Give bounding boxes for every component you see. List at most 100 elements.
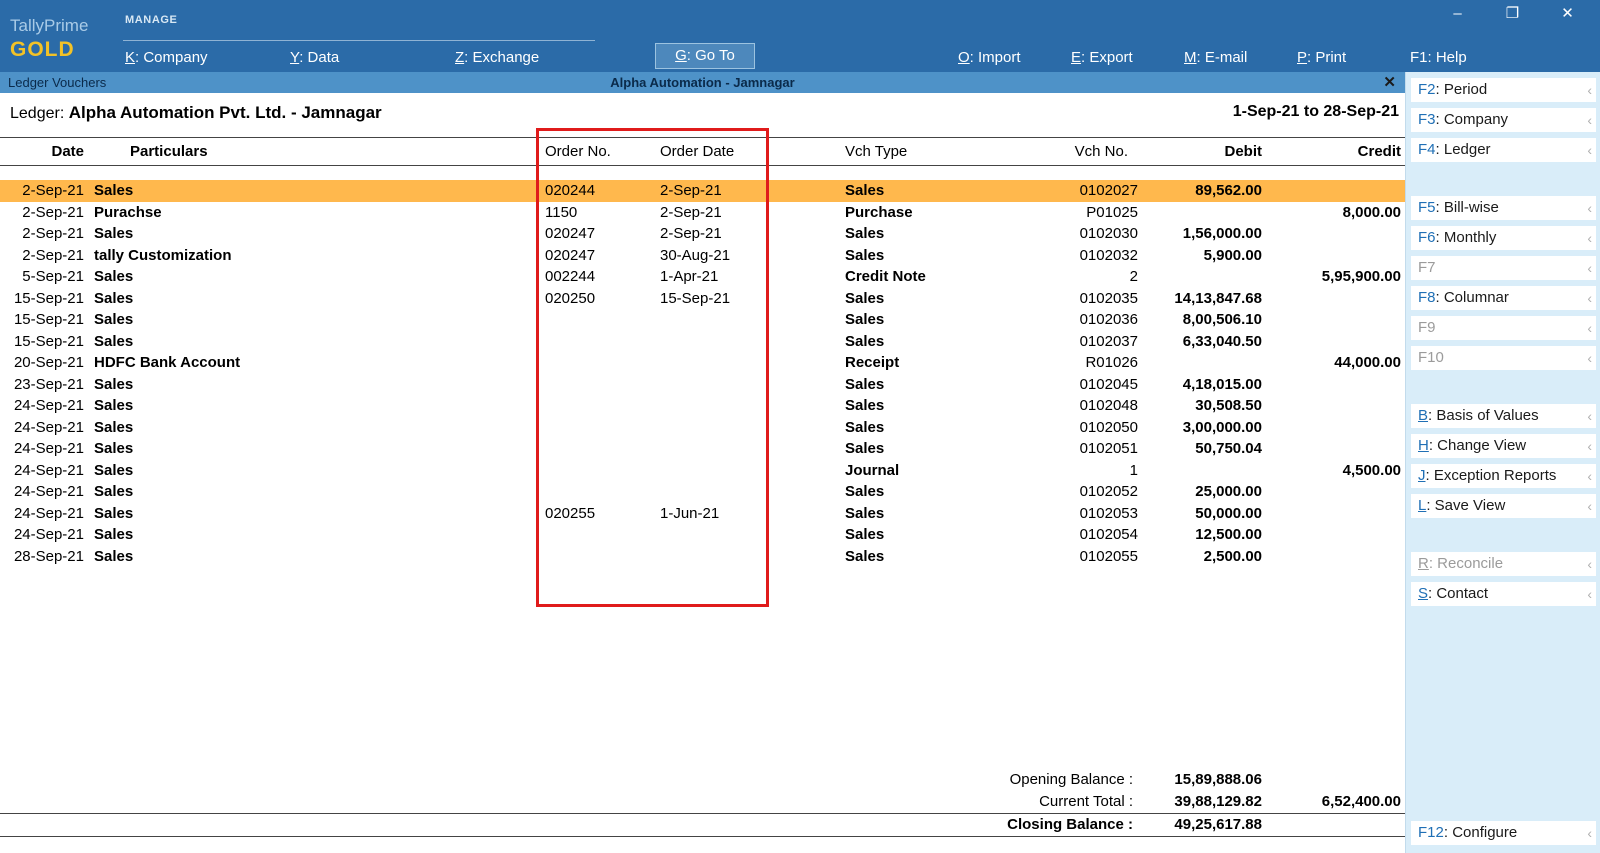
shortcut-key: F12 bbox=[1418, 824, 1444, 841]
topbar-right-menu: O: Import E: Export M: E-mail P: Print F1: H… bbox=[958, 49, 1523, 66]
order-date-cell bbox=[645, 374, 770, 396]
menu-item-export[interactable]: E: Export bbox=[1071, 49, 1184, 66]
debit-cell bbox=[1138, 460, 1265, 482]
column-header-particulars: Particulars bbox=[130, 143, 208, 160]
voucher-row[interactable]: 24-Sep-21 Sales Sales 0102051 50,750.04 bbox=[0, 438, 1405, 460]
vch-no-cell: 1 bbox=[1129, 461, 1138, 479]
debit-cell: 1,56,000.00 bbox=[1182, 225, 1262, 242]
sidebar-button-label: : Basis of Values bbox=[1428, 407, 1539, 424]
voucher-row[interactable]: 24-Sep-21 Sales Sales 0102050 3,00,000.00 bbox=[0, 417, 1405, 439]
sidebar-button-l-save-view[interactable]: L: Save View ‹ bbox=[1411, 494, 1596, 518]
sidebar-button-f4-ledger[interactable]: F4: Ledger ‹ bbox=[1411, 138, 1596, 162]
current-total-row: Current Total : 39,88,129.82 6,52,400.00 bbox=[0, 791, 1405, 813]
voucher-row[interactable]: 24-Sep-21 Sales Sales 0102048 30,508.50 bbox=[0, 395, 1405, 417]
company-name: Alpha Automation - Jamnagar bbox=[610, 75, 795, 90]
sidebar-groups: F2: Period ‹ F3: Company ‹ F4: Ledger ‹ F5: Bi… bbox=[1406, 78, 1600, 606]
voucher-row[interactable]: 20-Sep-21 HDFC Bank Account Receipt R01026 4… bbox=[0, 352, 1405, 374]
order-date-cell bbox=[645, 309, 770, 331]
date-cell: 2-Sep-21 bbox=[22, 225, 84, 242]
order-no-cell bbox=[535, 460, 645, 482]
chevron-left-icon: ‹ bbox=[1587, 468, 1592, 484]
menu-item-print[interactable]: P: Print bbox=[1297, 49, 1410, 66]
column-spacer bbox=[770, 266, 845, 288]
chevron-left-icon: ‹ bbox=[1587, 82, 1592, 98]
order-no-cell: 002244 bbox=[545, 268, 596, 285]
order-no-cell bbox=[535, 438, 645, 460]
voucher-row[interactable]: 23-Sep-21 Sales Sales 0102045 4,18,015.00 bbox=[0, 374, 1405, 396]
vch-type-cell: Sales bbox=[845, 418, 885, 436]
menu-item-help[interactable]: F1: Help bbox=[1410, 49, 1523, 66]
vch-no-cell: P01025 bbox=[1086, 203, 1138, 221]
sidebar-button-f3-company[interactable]: F3: Company ‹ bbox=[1411, 108, 1596, 132]
voucher-row[interactable]: 15-Sep-21 Sales Sales 0102036 8,00,506.10 bbox=[0, 309, 1405, 331]
sidebar-group: F2: Period ‹ F3: Company ‹ F4: Ledger ‹ bbox=[1411, 78, 1596, 162]
voucher-row[interactable]: 15-Sep-21 Sales Sales 0102037 6,33,040.50 bbox=[0, 331, 1405, 353]
particulars-cell: Sales bbox=[94, 182, 134, 199]
vch-type-cell: Sales bbox=[845, 504, 885, 522]
sidebar-button-f12-configure[interactable]: F12: Configure ‹ bbox=[1411, 821, 1596, 845]
sidebar-button-f7: F7 ‹ bbox=[1411, 256, 1596, 280]
vch-no-cell: 0102037 bbox=[1079, 332, 1138, 350]
sidebar-button-h-change-view[interactable]: H: Change View ‹ bbox=[1411, 434, 1596, 458]
shortcut-key: F1 bbox=[1410, 49, 1428, 66]
sidebar-button-s-contact[interactable]: S: Contact ‹ bbox=[1411, 582, 1596, 606]
close-icon[interactable]: ✕ bbox=[1540, 0, 1595, 28]
debit-cell: 5,900.00 bbox=[1203, 246, 1262, 264]
order-no-cell: 020244 bbox=[545, 182, 596, 199]
voucher-row[interactable]: 15-Sep-21 Sales 020250 15-Sep-21 Sales 010203… bbox=[0, 288, 1405, 310]
ledger-vouchers-report: Ledger: Alpha Automation Pvt. Ltd. - Jam… bbox=[0, 93, 1405, 853]
sidebar-button-f5-bill-wise[interactable]: F5: Bill-wise ‹ bbox=[1411, 196, 1596, 220]
menu-item-label: : Import bbox=[969, 49, 1021, 66]
shortcut-key: O bbox=[958, 49, 970, 66]
credit-cell: 44,000.00 bbox=[1334, 354, 1401, 371]
voucher-row[interactable]: 2-Sep-21 tally Customization 020247 30-Aug-… bbox=[0, 245, 1405, 267]
manage-label: MANAGE bbox=[125, 14, 178, 26]
sidebar-button-label: : Save View bbox=[1426, 497, 1506, 514]
menu-item-data[interactable]: Y: Data bbox=[290, 49, 455, 66]
column-spacer bbox=[770, 395, 845, 417]
column-spacer bbox=[770, 245, 845, 267]
debit-cell: 89,562.00 bbox=[1195, 182, 1262, 199]
voucher-row[interactable]: 24-Sep-21 Sales 020255 1-Jun-21 Sales 0102053… bbox=[0, 503, 1405, 525]
voucher-row[interactable]: 2-Sep-21 Sales 020244 2-Sep-21 Sales 0102027 8… bbox=[0, 180, 1405, 202]
menu-item-company[interactable]: K: Company bbox=[125, 49, 290, 66]
voucher-row[interactable]: 28-Sep-21 Sales Sales 0102055 2,500.00 bbox=[0, 546, 1405, 568]
closing-balance-debit: 49,25,617.88 bbox=[1174, 816, 1262, 833]
voucher-row[interactable]: 5-Sep-21 Sales 002244 1-Apr-21 Credit Note 2 5… bbox=[0, 266, 1405, 288]
column-header-order-no: Order No. bbox=[545, 143, 611, 160]
voucher-row[interactable]: 24-Sep-21 Sales Sales 0102052 25,000.00 bbox=[0, 481, 1405, 503]
voucher-row[interactable]: 2-Sep-21 Purachse 1150 2-Sep-21 Purchase P010… bbox=[0, 202, 1405, 224]
order-no-cell bbox=[535, 395, 645, 417]
sidebar-button-f6-monthly[interactable]: F6: Monthly ‹ bbox=[1411, 226, 1596, 250]
menu-item-import[interactable]: O: Import bbox=[958, 49, 1071, 66]
credit-cell bbox=[1265, 417, 1405, 439]
credit-cell bbox=[1265, 438, 1405, 460]
sidebar-button-j-exception-reports[interactable]: J: Exception Reports ‹ bbox=[1411, 464, 1596, 488]
goto-button[interactable]: G: Go To bbox=[655, 43, 755, 69]
current-total-label: Current Total : bbox=[1039, 793, 1133, 810]
report-close-icon[interactable]: ✕ bbox=[1383, 73, 1396, 91]
chevron-left-icon: ‹ bbox=[1587, 142, 1592, 158]
menu-item-exchange[interactable]: Z: Exchange bbox=[455, 49, 620, 66]
voucher-row[interactable]: 2-Sep-21 Sales 020247 2-Sep-21 Sales 0102030 1… bbox=[0, 223, 1405, 245]
window-controls: – ❐ ✕ bbox=[1430, 0, 1595, 28]
date-cell: 2-Sep-21 bbox=[22, 182, 84, 199]
column-spacer bbox=[770, 481, 845, 503]
minimize-icon[interactable]: – bbox=[1430, 0, 1485, 28]
order-date-cell bbox=[645, 546, 770, 568]
sidebar-button-b-basis-of-values[interactable]: B: Basis of Values ‹ bbox=[1411, 404, 1596, 428]
menu-item-e-mail[interactable]: M: E-mail bbox=[1184, 49, 1297, 66]
sidebar-button-f8-columnar[interactable]: F8: Columnar ‹ bbox=[1411, 286, 1596, 310]
topbar-left-menu: K: Company Y: Data Z: Exchange bbox=[125, 49, 620, 66]
column-spacer bbox=[770, 546, 845, 568]
maximize-icon[interactable]: ❐ bbox=[1485, 0, 1540, 28]
order-date-cell: 15-Sep-21 bbox=[660, 289, 731, 307]
sidebar-button-f2-period[interactable]: F2: Period ‹ bbox=[1411, 78, 1596, 102]
vch-no-cell: 0102053 bbox=[1079, 504, 1138, 522]
totals-section: Opening Balance : 15,89,888.06 Current T… bbox=[0, 769, 1405, 837]
voucher-row[interactable]: 24-Sep-21 Sales Journal 1 4,500.00 bbox=[0, 460, 1405, 482]
vch-no-cell: 0102032 bbox=[1079, 246, 1138, 264]
column-header-vch-type: Vch Type bbox=[845, 143, 908, 160]
voucher-row[interactable]: 24-Sep-21 Sales Sales 0102054 12,500.00 bbox=[0, 524, 1405, 546]
sidebar-button-label: : Contact bbox=[1428, 585, 1489, 602]
